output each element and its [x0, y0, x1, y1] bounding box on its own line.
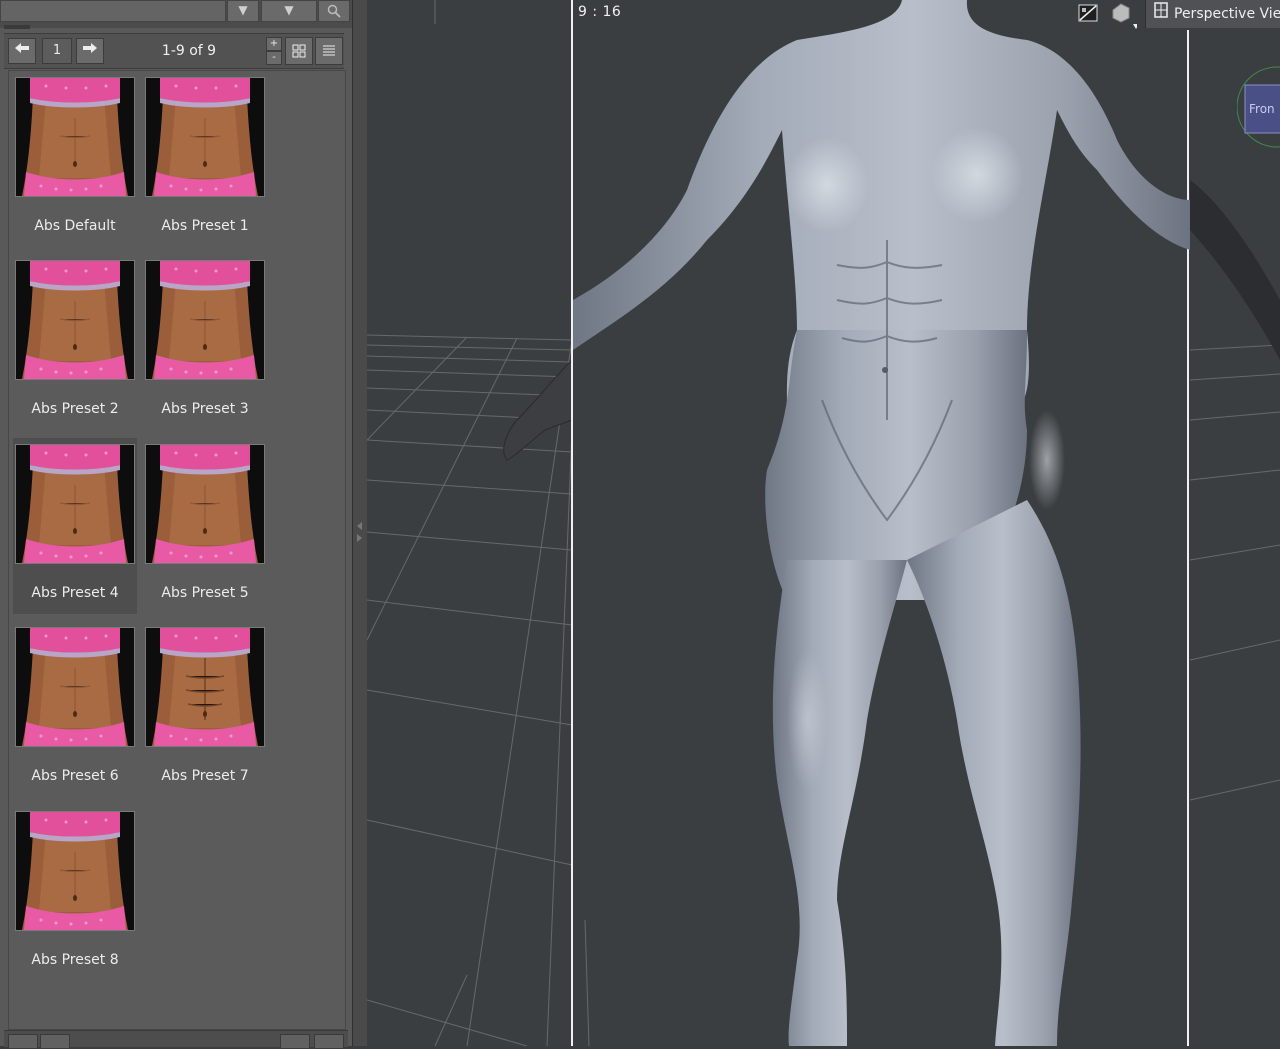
draw-style-icon[interactable] [1109, 2, 1139, 29]
zoom-out-button[interactable]: - [266, 51, 282, 65]
preset-thumbnail [145, 444, 265, 564]
view-cube[interactable]: Fron [1236, 55, 1280, 155]
preset-thumbnail [15, 627, 135, 747]
preset-grid: Abs Default Abs Preset 1 Abs Preset 2 Abs P… [8, 70, 346, 1030]
bottom-button[interactable] [280, 1034, 310, 1049]
preset-label: Abs Preset 6 [31, 768, 119, 784]
svg-text:Fron: Fron [1249, 102, 1275, 116]
preset-item[interactable]: Abs Preset 6 [13, 621, 137, 797]
grid-view-button[interactable] [285, 37, 313, 65]
dropdown-arrow-button[interactable]: ▼ [227, 0, 259, 22]
prev-page-button[interactable] [8, 38, 36, 64]
preset-item[interactable]: Abs Default [13, 71, 137, 247]
preset-item[interactable]: Abs Preset 3 [143, 254, 267, 430]
render-toggle-icon[interactable] [1077, 2, 1101, 26]
preset-item[interactable]: Abs Preset 8 [13, 805, 137, 981]
preset-label: Abs Preset 8 [31, 952, 119, 968]
filter-dropdown[interactable]: ▼ [261, 0, 317, 22]
arrow-left-icon [15, 43, 29, 53]
preset-label: Abs Preset 7 [161, 768, 249, 784]
figure-right-arm [1190, 180, 1280, 360]
camera-selector[interactable]: Perspective View [1145, 0, 1280, 28]
arrow-right-icon [83, 43, 97, 53]
preset-thumbnail [15, 444, 135, 564]
bottom-button[interactable] [40, 1034, 70, 1049]
chevron-down-icon: ▼ [238, 3, 248, 17]
preset-thumbnail [145, 627, 265, 747]
scroll-handle[interactable] [4, 25, 30, 29]
preset-item[interactable]: Abs Preset 2 [13, 254, 137, 430]
chevron-down-icon: ▼ [284, 3, 294, 17]
3d-viewport[interactable]: 9 : 16 Perspective View Fron [367, 0, 1280, 1046]
content-library-panel: ▼ ▼ 1 1-9 of 9 + - Abs Default Abs Preset… [0, 0, 353, 1049]
preset-label: Abs Preset 3 [161, 401, 249, 417]
list-view-button[interactable] [315, 37, 343, 65]
category-dropdown[interactable] [0, 0, 226, 22]
item-range-text: 1-9 of 9 [161, 43, 217, 59]
bottom-button[interactable] [314, 1034, 344, 1049]
preset-label: Abs Preset 5 [161, 585, 249, 601]
preset-label: Abs Preset 1 [161, 218, 249, 234]
search-button[interactable] [318, 0, 350, 22]
panel-top-strip: ▼ ▼ [0, 0, 352, 29]
preset-thumbnail [145, 260, 265, 380]
pagination-bar: 1 1-9 of 9 + - [4, 33, 344, 69]
preset-item[interactable]: Abs Preset 5 [143, 438, 267, 614]
search-icon [327, 4, 341, 18]
preset-label: Abs Preset 4 [31, 585, 119, 601]
preset-label: Abs Default [34, 218, 116, 234]
preset-thumbnail [15, 77, 135, 197]
collapse-arrow-icon[interactable] [356, 520, 363, 546]
preset-label: Abs Preset 2 [31, 401, 119, 417]
camera-view-icon [1154, 0, 1168, 28]
panel-bottom-bar [4, 1030, 348, 1049]
preset-thumbnail [15, 260, 135, 380]
page-number-field[interactable]: 1 [42, 38, 72, 64]
list-view-icon [323, 45, 335, 56]
zoom-in-button[interactable]: + [266, 37, 282, 51]
preset-item[interactable]: Abs Preset 7 [143, 621, 267, 797]
next-page-button[interactable] [76, 38, 104, 64]
preset-item[interactable]: Abs Preset 4 [13, 438, 137, 614]
bottom-button[interactable] [8, 1034, 38, 1049]
figure-body [573, 0, 1190, 1046]
panel-splitter[interactable] [352, 0, 368, 1046]
preset-thumbnail [15, 811, 135, 931]
viewport-scene [367, 0, 1280, 1046]
grid-view-icon [292, 44, 306, 58]
camera-label: Perspective View [1174, 6, 1280, 22]
aspect-ratio-label: 9 : 16 [578, 4, 622, 20]
preset-item[interactable]: Abs Preset 1 [143, 71, 267, 247]
preset-thumbnail [145, 77, 265, 197]
